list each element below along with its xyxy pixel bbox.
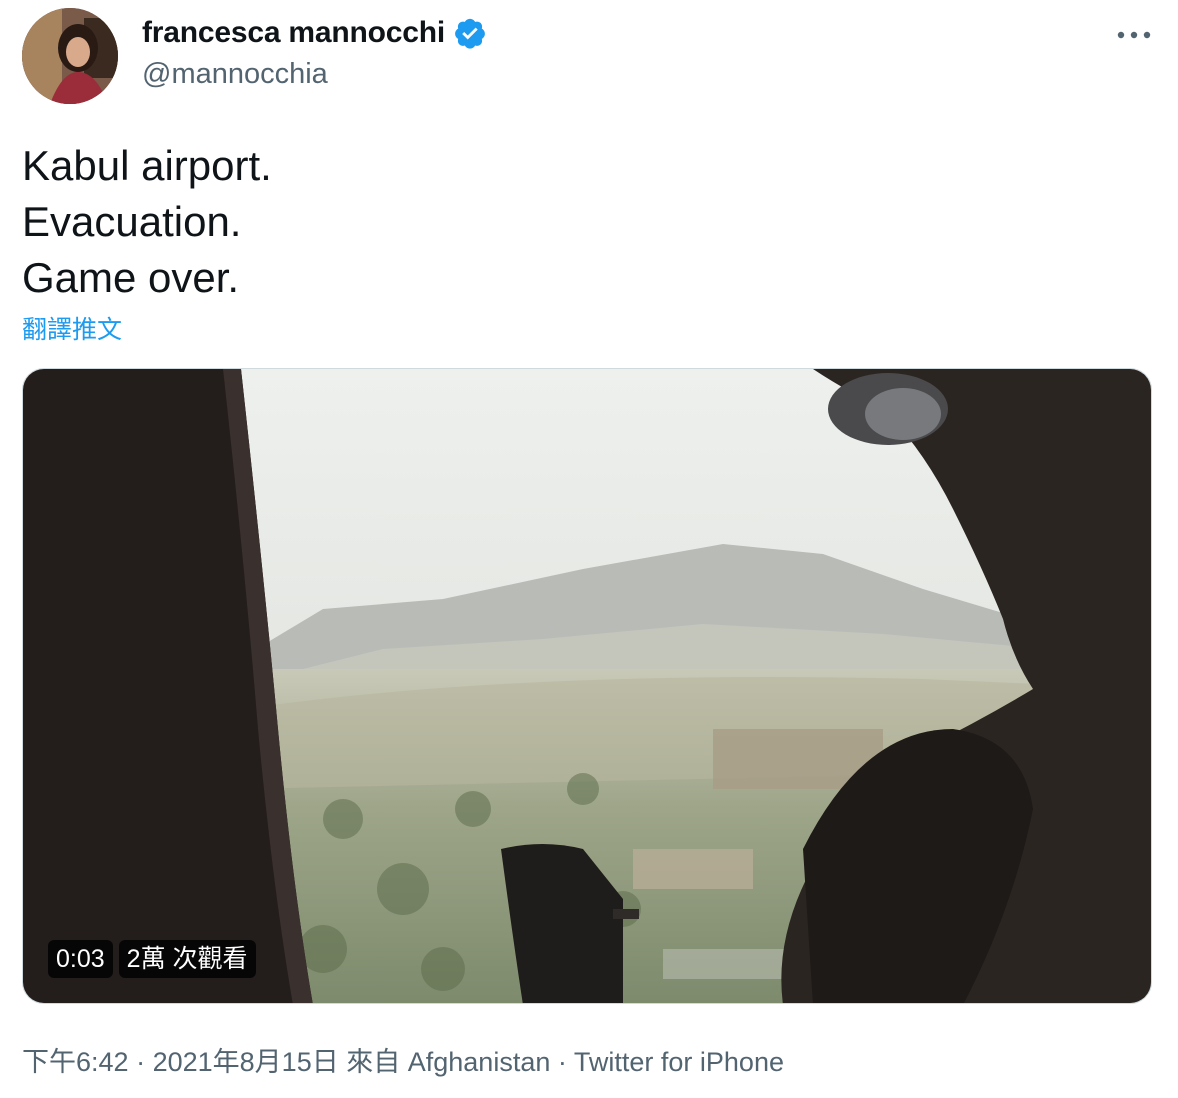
video-views-badge: 2萬 次觀看 — [118, 940, 256, 978]
verified-badge-icon — [455, 18, 485, 49]
author-display-name[interactable]: francesca mannocchi — [142, 16, 445, 50]
video-badges: 0:03 2萬 次觀看 — [48, 940, 256, 978]
tweet-date[interactable]: 2021年8月15日 — [153, 1047, 339, 1077]
tweet-meta: 下午6:42 · 2021年8月15日 來自 Afghanistan · Twi… — [22, 1040, 784, 1079]
author-handle[interactable]: @mannocchia — [142, 58, 328, 91]
avatar[interactable] — [22, 8, 118, 104]
meta-separator: · — [136, 1047, 146, 1077]
from-label: 來自 — [346, 1047, 401, 1077]
meta-separator: · — [557, 1047, 567, 1077]
tweet-text: Kabul airport. Evacuation. Game over. — [22, 138, 272, 306]
video-frame — [23, 369, 1151, 1003]
tweet-line: Kabul airport. — [22, 142, 272, 189]
more-dots-icon — [1117, 31, 1151, 39]
avatar-image — [22, 8, 118, 104]
more-options-button[interactable] — [1114, 20, 1154, 50]
tweet-source[interactable]: Twitter for iPhone — [574, 1047, 784, 1077]
video-duration-badge: 0:03 — [48, 940, 113, 978]
translate-tweet-link[interactable]: 翻譯推文 — [22, 310, 122, 346]
author-name-row[interactable]: francesca mannocchi — [142, 16, 487, 50]
tweet-time[interactable]: 下午6:42 — [22, 1047, 129, 1077]
tweet-line: Evacuation. — [22, 198, 242, 245]
video-player[interactable] — [22, 368, 1152, 1004]
tweet-line: Game over. — [22, 254, 240, 301]
tweet-location[interactable]: Afghanistan — [408, 1047, 551, 1077]
